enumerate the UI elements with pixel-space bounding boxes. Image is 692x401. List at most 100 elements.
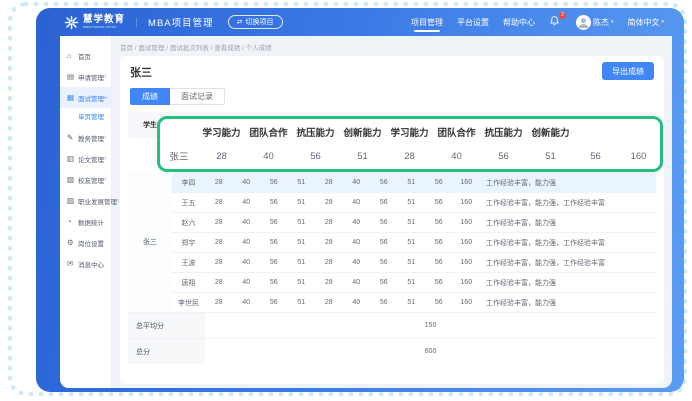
evaluator-name: 郑宇 [172,238,205,248]
app-content: ⌂首页▤申请管理›▦面试管理›单页管理✎教务管理›▥论文管理›▧校友管理›▨职业… [60,36,672,388]
main-area: 首页 / 面试管理 / 面试批次列表 / 查看成绩 / 个人成绩 张三 导出成绩… [112,36,672,388]
app-title: MBA项目管理 [148,15,214,29]
switch-arrows-icon: ⇄ [237,18,243,26]
score-cell: 160 [453,199,481,206]
overlay-value-cell: 51 [339,151,386,162]
sidebar-item-academic[interactable]: ✎教务管理› [60,127,111,148]
brand-logo: 慧学教育 www.huixue.net.cn [64,15,125,30]
interview-icon: ▦ [67,93,76,102]
chevron-right-icon: › [104,73,106,80]
evaluator-name: 李世民 [172,298,205,308]
score-cell: 51 [288,179,316,186]
summary-value: 150 [205,313,656,338]
score-cell: 56 [425,179,453,186]
sidebar-item-alumni[interactable]: ▧校友管理› [60,169,111,190]
content-card: 张三 导出成绩 成绩面试记录 学生 张三 李四28405651284056515… [120,56,664,384]
score-cell: 28 [205,239,233,246]
app-window: 慧学教育 www.huixue.net.cn ｜ MBA项目管理 ⇄ 切换项目 … [36,8,684,392]
tabs: 成绩面试记录 [130,88,225,105]
switch-project-button[interactable]: ⇄ 切换项目 [228,15,283,29]
score-cell: 51 [398,219,426,226]
score-cell: 28 [205,179,233,186]
export-scores-button[interactable]: 导出成绩 [602,62,654,80]
nav-platform-settings[interactable]: 平台设置 [457,12,489,33]
overlay-header-cell: 创新能力 [339,125,386,139]
overlay-value-cell: 28 [386,151,433,162]
score-cell: 51 [398,279,426,286]
sidebar-item-label: 面试管理 [78,93,104,103]
nav-project-management[interactable]: 项目管理 [411,12,443,33]
nav-items: 项目管理平台设置帮助中心 [411,12,535,33]
sidebar-item-message[interactable]: ✉消息中心 [60,253,111,274]
sidebar-item-home[interactable]: ⌂首页 [60,45,111,66]
score-cell: 51 [398,179,426,186]
score-cell: 160 [453,259,481,266]
sidebar-item-label: 消息中心 [78,259,104,269]
sidebar-subitem-single-page[interactable]: 单页管理 [60,108,111,127]
chevron-down-icon: › [102,96,109,98]
overlay-header-cell: 团队合作 [433,125,480,139]
score-cell: 160 [453,179,481,186]
score-cell: 160 [453,219,481,226]
table-row: 王五284056512840565156160工作经验丰富，能力强，工作经验丰富 [172,192,656,212]
sidebar-item-interview[interactable]: ▦面试管理› [60,87,111,108]
sidebar-item-application[interactable]: ▤申请管理› [60,66,111,87]
score-cell: 56 [425,199,453,206]
score-cell: 28 [205,299,233,306]
breadcrumb[interactable]: 首页 / 面试管理 / 面试批次列表 / 查看成绩 / 个人成绩 [120,42,272,52]
score-cell: 40 [343,199,371,206]
evaluator-name: 赵六 [172,218,205,228]
notification-bell[interactable]: 2 [549,15,562,29]
evaluator-name: 王波 [172,258,205,268]
overlay-value-cell: 160 [617,151,660,162]
page-title: 张三 [130,64,152,80]
language-selector[interactable]: 简体中文 ▾ [627,17,664,28]
overlay-value-cell: 28 [198,151,245,162]
overlay-header-cell: 创新能力 [527,125,574,139]
score-cell: 56 [260,239,288,246]
score-cell: 40 [233,259,261,266]
overlay-value-cell: 56 [480,151,527,162]
table-row: 唐翔284056512840565156160工作经验丰富，能力强 [172,272,656,292]
annotation-highlight-box: 学习能力团队合作抗压能力创新能力学习能力团队合作抗压能力创新能力 张三28405… [157,116,663,172]
score-cell: 28 [315,299,343,306]
score-cell: 40 [343,239,371,246]
score-cell: 56 [425,259,453,266]
sidebar-item-career[interactable]: ▨职业发展管理› [60,190,111,211]
sidebar: ⌂首页▤申请管理›▦面试管理›单页管理✎教务管理›▥论文管理›▧校友管理›▨职业… [60,36,112,388]
score-cell: 56 [260,259,288,266]
overlay-value-cell: 56 [292,151,339,162]
table-row: 郑宇284056512840565156160工作经验丰富，能力强，工作经验丰富 [172,232,656,252]
sidebar-item-label: 申请管理 [78,72,104,82]
alumni-icon: ▧ [67,175,76,184]
sidebar-item-statistics[interactable]: ◔数据统计 [60,211,111,232]
overlay-values-row: 张三284056512840565156160 [160,144,660,168]
table-row: 王波284056512840565156160工作经验丰富，能力强，工作经验丰富 [172,252,656,272]
sidebar-item-thesis[interactable]: ▥论文管理› [60,148,111,169]
score-cell: 28 [205,199,233,206]
score-cell: 51 [398,299,426,306]
score-cell: 28 [205,279,233,286]
sidebar-item-label: 首页 [78,51,91,61]
overlay-header-row: 学习能力团队合作抗压能力创新能力学习能力团队合作抗压能力创新能力 [160,120,660,144]
score-cell: 40 [233,279,261,286]
overlay-header-cell: 抗压能力 [480,125,527,139]
score-cell: 56 [260,279,288,286]
tab-score[interactable]: 成绩 [130,88,170,105]
user-menu[interactable]: 陈杰 ▾ [576,15,614,30]
score-cell: 40 [233,179,261,186]
score-cell: 40 [233,239,261,246]
chevron-right-icon: › [104,134,106,141]
nav-help-center[interactable]: 帮助中心 [503,12,535,33]
score-cell: 51 [288,259,316,266]
evaluator-name: 李四 [172,178,205,188]
sidebar-item-label: 岗位设置 [78,238,104,248]
table-row: 李世民284056512840565156160工作经验丰富，能力强 [172,292,656,312]
tab-interview-record[interactable]: 面试记录 [170,88,225,105]
table-rows: 李四284056512840565156160工作经验丰富，能力强王五28405… [172,172,656,312]
score-cell: 56 [370,259,398,266]
remark-cell: 工作经验丰富，能力强 [480,298,656,308]
academic-icon: ✎ [67,133,76,142]
score-cell: 56 [260,299,288,306]
sidebar-item-position[interactable]: ⚙岗位设置 [60,232,111,253]
